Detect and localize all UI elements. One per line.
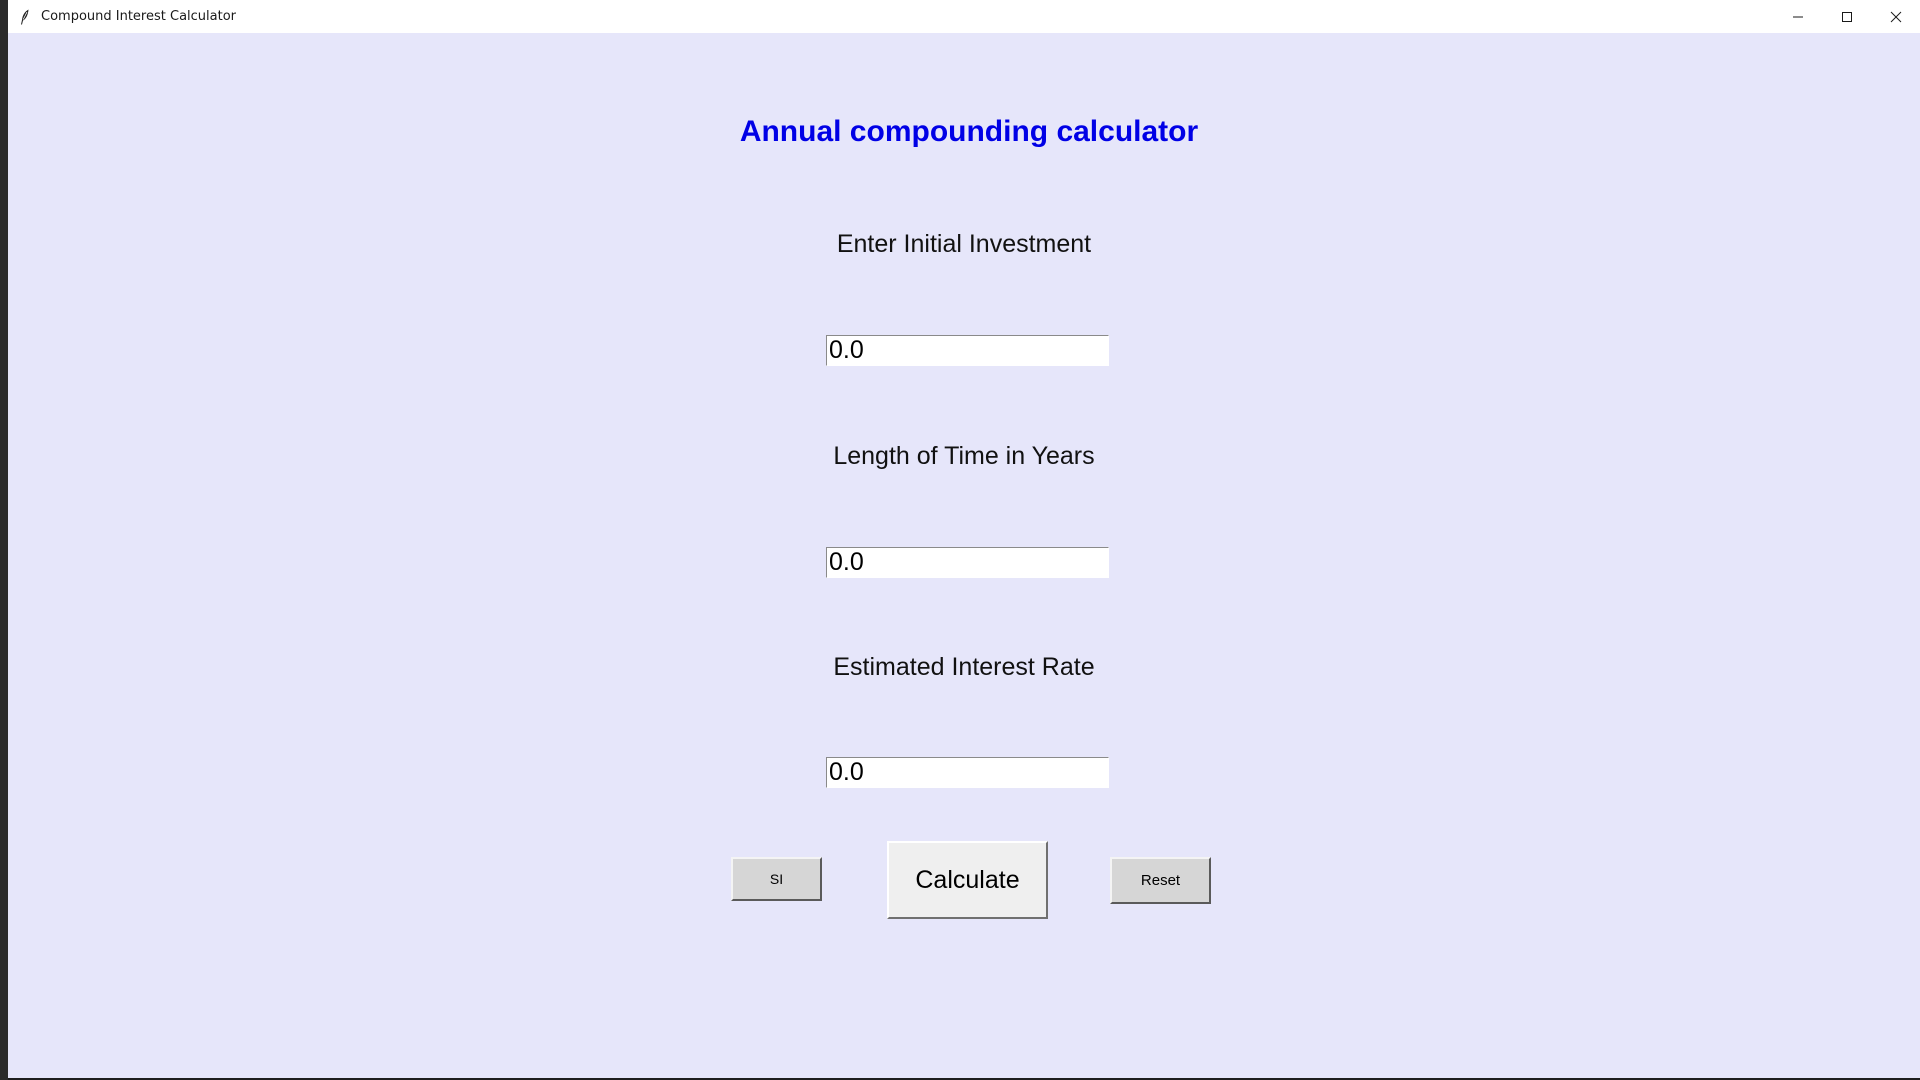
maximize-button[interactable] (1822, 0, 1871, 33)
maximize-icon (1841, 11, 1852, 22)
app-window: Compound Interest Calculator Annual comp… (8, 0, 1920, 1080)
close-button[interactable] (1871, 0, 1920, 33)
calculate-button[interactable]: Calculate (887, 841, 1048, 919)
si-button[interactable]: SI (731, 857, 822, 901)
interest-rate-input[interactable] (826, 757, 1109, 788)
initial-investment-label: Enter Initial Investment (836, 230, 1092, 258)
calculator-panel: Annual compounding calculator Enter Init… (8, 33, 1920, 1078)
time-years-label: Length of Time in Years (833, 442, 1095, 470)
time-years-input[interactable] (826, 547, 1109, 578)
close-icon (1890, 11, 1901, 22)
minimize-icon (1792, 16, 1803, 17)
interest-rate-label: Estimated Interest Rate (833, 653, 1095, 681)
minimize-button[interactable] (1773, 0, 1822, 33)
window-title: Compound Interest Calculator (41, 9, 237, 24)
title-bar[interactable]: Compound Interest Calculator (8, 0, 1920, 33)
initial-investment-input[interactable] (826, 335, 1109, 366)
window-controls (1773, 0, 1920, 33)
page-title: Annual compounding calculator (739, 115, 1199, 148)
feather-icon (18, 9, 32, 25)
reset-button[interactable]: Reset (1110, 857, 1211, 904)
